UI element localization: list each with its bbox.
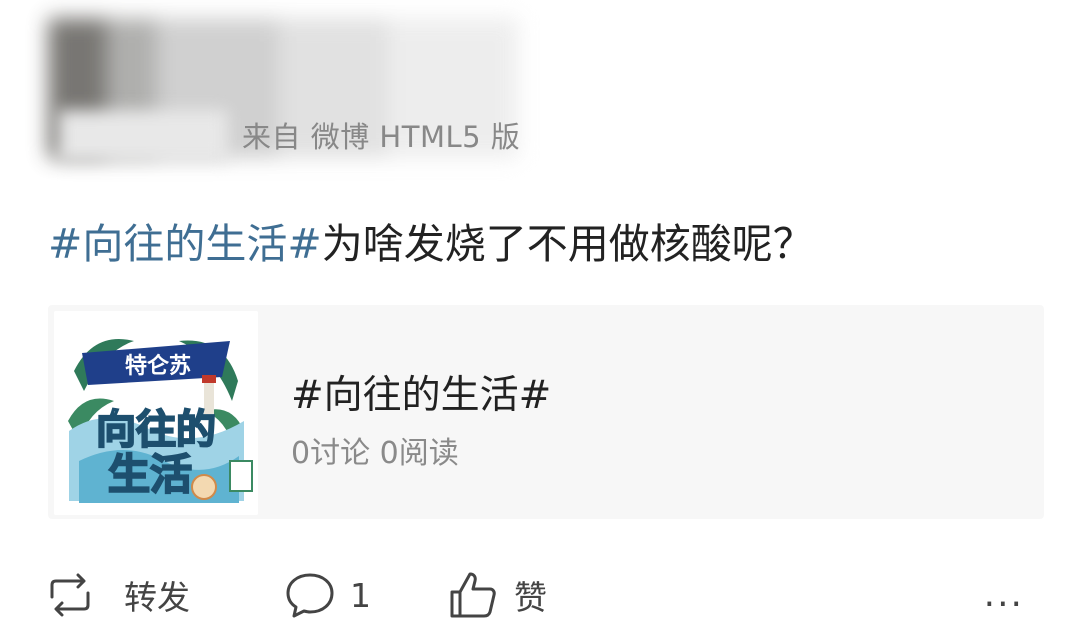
like-label: 赞 — [514, 578, 547, 617]
thumbnail-title-line2: 生活 — [108, 450, 192, 499]
action-bar: 转发 1 赞 ... — [0, 560, 1080, 636]
post-text: 为啥发烧了不用做核酸呢？ — [321, 220, 814, 268]
comment-button[interactable]: 1 — [284, 560, 371, 630]
topic-card-title: #向往的生活# — [291, 373, 552, 418]
topic-thumbnail-art: 特仑苏 向往的 生活 — [54, 311, 258, 515]
post-source: 来自 微博 HTML5 版 — [242, 120, 521, 154]
topic-card-meta: 0讨论 0阅读 — [291, 436, 459, 471]
hashtag-link[interactable]: #向往的生活# — [48, 220, 322, 268]
comment-count: 1 — [350, 575, 371, 615]
topic-thumbnail: 特仑苏 向往的 生活 — [54, 311, 258, 515]
comment-icon — [284, 571, 336, 619]
more-icon[interactable]: ... — [984, 574, 1024, 615]
like-button[interactable]: 赞 — [448, 560, 547, 630]
repost-icon — [44, 573, 96, 617]
repost-label: 转发 — [124, 578, 190, 617]
blurred-timestamp — [58, 110, 228, 162]
repost-button[interactable]: 转发 — [44, 560, 190, 630]
post-body: #向往的生活#为啥发烧了不用做核酸呢？ — [48, 210, 814, 270]
like-icon — [448, 570, 498, 620]
thumbnail-brand-text: 特仑苏 — [125, 353, 191, 379]
thumbnail-title-line1: 向往的 — [96, 407, 216, 453]
